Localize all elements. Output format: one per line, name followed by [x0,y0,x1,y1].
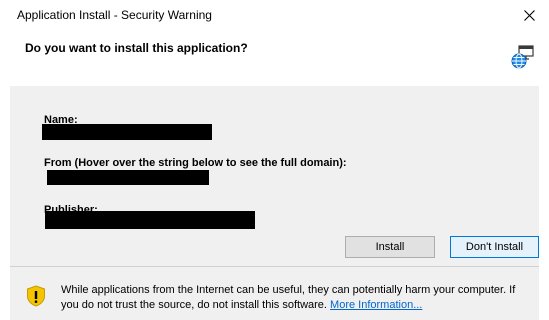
warning-text: While applications from the Internet can… [61,284,516,311]
details-panel: Name: From (Hover over the string below … [10,86,539,266]
dont-install-button[interactable]: Don't Install [450,236,539,258]
warning-footer: While applications from the Internet can… [10,267,539,320]
install-question: Do you want to install this application? [25,41,248,55]
close-icon [523,9,535,21]
more-information-link[interactable]: More Information... [330,299,422,311]
name-value-redacted [42,124,212,140]
close-button[interactable] [509,0,549,30]
from-value-redacted[interactable] [47,170,209,185]
window-title: Application Install - Security Warning [17,8,212,22]
shield-warning-icon [27,285,45,307]
publisher-value-redacted [45,211,255,229]
install-button[interactable]: Install [345,236,435,258]
warning-message: While applications from the Internet can… [61,283,531,313]
title-bar: Application Install - Security Warning [0,0,549,30]
from-label: From (Hover over the string below to see… [44,157,347,169]
globe-application-icon [511,45,534,69]
